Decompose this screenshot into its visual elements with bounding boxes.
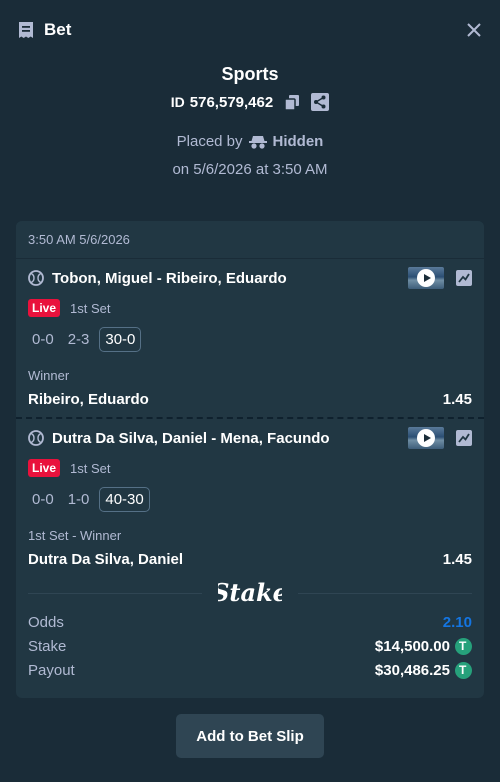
stake-logo: Stake	[218, 578, 282, 607]
play-icon	[417, 269, 435, 287]
payout-label: Payout	[28, 662, 75, 679]
event-title[interactable]: Dutra Da Silva, Daniel - Mena, Facundo	[52, 430, 408, 447]
tether-icon	[455, 638, 472, 655]
selection-name: Ribeiro, Eduardo	[28, 391, 149, 408]
play-icon	[417, 429, 435, 447]
scoreboard: 0-0 1-0 40-30	[28, 487, 156, 512]
stats-chart-icon[interactable]	[456, 270, 472, 286]
bet-id-row: ID 576,579,462	[0, 91, 500, 113]
score-sets: 0-0	[32, 491, 54, 508]
share-icon[interactable]	[311, 93, 330, 111]
placed-by-label: Placed by	[176, 133, 243, 150]
placed-date: on 5/6/2026 at 3:50 AM	[172, 161, 328, 178]
bet-slip-icon	[19, 22, 33, 38]
score-sets: 0-0	[32, 331, 54, 348]
bet-id-value: 576,579,462	[189, 93, 274, 111]
placed-by-row: Placed by Hidden	[0, 133, 500, 150]
payout-amount: $30,486.25	[374, 662, 450, 679]
close-icon[interactable]	[466, 22, 482, 38]
stats-chart-icon[interactable]	[456, 430, 472, 446]
event-title[interactable]: Tobon, Miguel - Ribeiro, Eduardo	[52, 270, 408, 287]
scoreboard: 0-0 2-3 30-0	[28, 327, 147, 352]
tether-icon	[455, 662, 472, 679]
svg-text:Stake: Stake	[218, 578, 282, 607]
live-stream-thumbnail[interactable]	[408, 427, 444, 449]
tennis-ball-icon	[28, 270, 44, 286]
score-games: 2-3	[67, 331, 90, 348]
bet-id-label: ID	[170, 94, 185, 110]
total-odds: 2.10	[442, 614, 472, 631]
odds-row: Odds 2.10	[28, 614, 472, 631]
outcome-row: Ribeiro, Eduardo 1.45	[28, 391, 472, 408]
live-badge: Live	[28, 459, 61, 477]
bet-details-card: 3:50 AM 5/6/2026 Tobon, Miguel - Ribeiro…	[16, 221, 484, 698]
selection-name: Dutra Da Silva, Daniel	[28, 551, 184, 568]
payout-row: Payout $30,486.25	[28, 662, 472, 679]
tennis-ball-icon	[28, 430, 44, 446]
bet-timestamp: 3:50 AM 5/6/2026	[16, 221, 484, 259]
divider	[298, 592, 472, 594]
modal-title: Bet	[44, 20, 72, 39]
score-points: 30-0	[99, 327, 142, 352]
event-item: Dutra Da Silva, Daniel - Mena, Facundo L…	[16, 417, 484, 577]
stake-row: Stake $14,500.00	[28, 638, 472, 655]
period-label: 1st Set	[70, 300, 111, 316]
copy-icon[interactable]	[283, 93, 301, 111]
selection-odds: 1.45	[442, 391, 472, 408]
score-points: 40-30	[99, 487, 150, 512]
outcome-row: Dutra Da Silva, Daniel 1.45	[28, 551, 472, 568]
selection-odds: 1.45	[442, 551, 472, 568]
bet-footer: Stake Odds 2.10 Stake $14,500.00 Payout …	[16, 575, 484, 698]
modal-header: Bet	[0, 0, 500, 60]
market-name: 1st Set - Winner	[28, 528, 122, 543]
odds-label: Odds	[28, 614, 64, 631]
live-badge: Live	[28, 299, 61, 317]
add-to-bet-slip-button[interactable]: Add to Bet Slip	[176, 714, 324, 758]
score-games: 1-0	[67, 491, 90, 508]
placed-by-user: Hidden	[272, 133, 324, 150]
stake-label: Stake	[28, 638, 67, 655]
stake-amount: $14,500.00	[374, 638, 450, 655]
bet-category: Sports	[221, 64, 279, 84]
market-name: Winner	[28, 368, 70, 383]
incognito-icon	[248, 135, 267, 149]
live-stream-thumbnail[interactable]	[408, 267, 444, 289]
divider	[28, 592, 202, 594]
period-label: 1st Set	[70, 460, 111, 476]
event-item: Tobon, Miguel - Ribeiro, Eduardo Live 1s…	[16, 259, 484, 417]
